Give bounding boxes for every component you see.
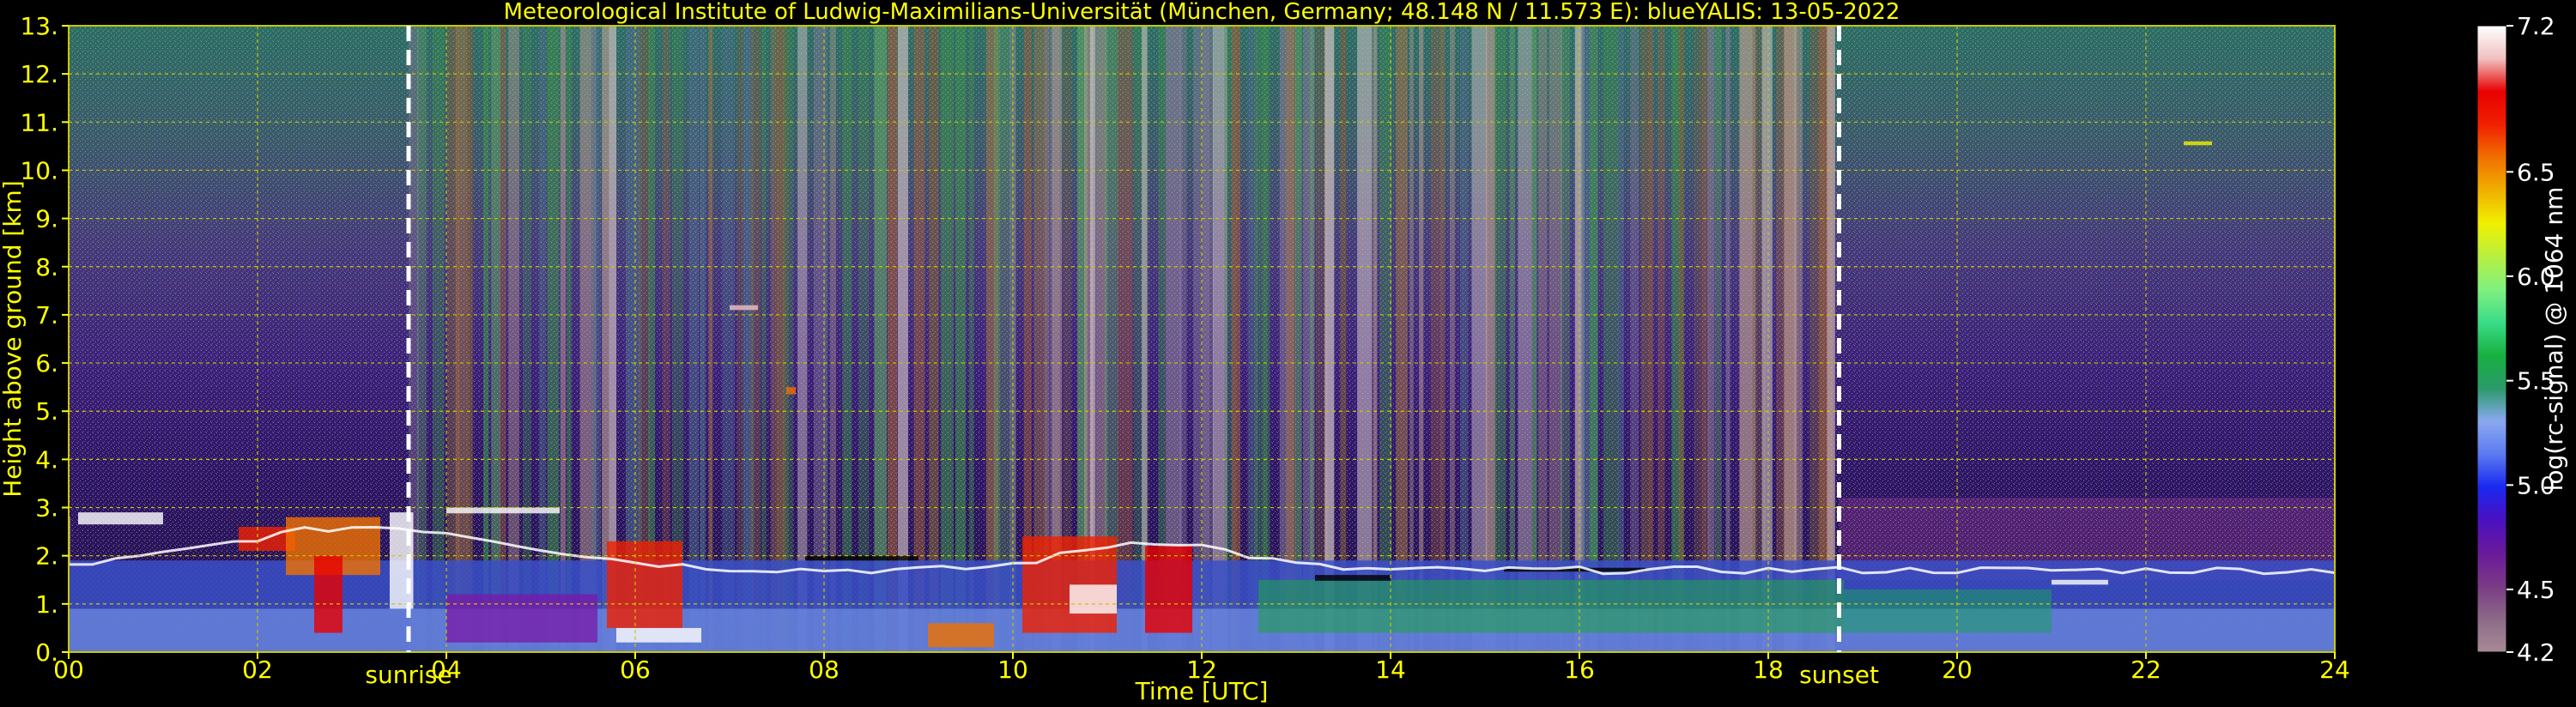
- x-tick-label: 18: [1753, 656, 1784, 684]
- boundary-layer-purple: [446, 594, 597, 643]
- aerosol-feature: [928, 623, 994, 648]
- colorbar-tick-label: 6.5: [2517, 158, 2555, 186]
- x-tick-label: 20: [1942, 656, 1973, 684]
- x-tick-label: 16: [1564, 656, 1595, 684]
- y-tick-label: 4.: [35, 445, 58, 474]
- lidar-quicklook: sunrise sunset 00 02 04 06 08 10 12 14 16 18 20 22 24…: [0, 0, 2568, 705]
- aerosol-feature: [446, 507, 560, 514]
- colorbar: [2477, 26, 2506, 652]
- y-axis-label: Height above ground [km]: [0, 180, 27, 498]
- y-tick-label: 3.: [35, 494, 58, 523]
- aerosol-feature: [730, 305, 758, 311]
- aerosol-feature: [607, 541, 682, 628]
- sunset-label: sunset: [1799, 661, 1879, 689]
- colorbar-label: log(rc-signal) @ 1064 nm: [2540, 187, 2568, 492]
- y-tick-label: 2.: [35, 542, 58, 571]
- x-tick-label: 02: [242, 656, 273, 684]
- y-tick-label: 9.: [35, 205, 58, 233]
- colorbar-tick-label: 4.2: [2517, 638, 2555, 667]
- aerosol-feature: [1145, 546, 1192, 633]
- y-tick-label: 0.: [35, 638, 58, 667]
- aerosol-feature: [314, 555, 342, 633]
- y-axis-ticks: 0.1.2.3.4.5.6.7.8.9.10.11.12.13.: [20, 12, 69, 667]
- x-tick-label: 04: [431, 656, 462, 684]
- y-tick-label: 1.: [35, 590, 58, 619]
- y-tick-label: 7.: [35, 301, 58, 329]
- chart-title: Meteorological Institute of Ludwig-Maxim…: [504, 0, 1900, 25]
- y-tick-label: 8.: [35, 253, 58, 281]
- x-tick-label: 06: [620, 656, 651, 684]
- y-tick-label: 12.: [20, 60, 58, 88]
- x-tick-label: 14: [1375, 656, 1406, 684]
- aerosol-feature: [78, 512, 163, 525]
- colorbar-tick-label: 4.5: [2517, 576, 2555, 604]
- y-tick-label: 13.: [20, 12, 58, 40]
- y-tick-label: 11.: [20, 108, 58, 136]
- boundary-layer-green-evening: [1844, 589, 2052, 633]
- aerosol-feature: [2052, 579, 2108, 585]
- aerosol-feature: [1315, 575, 1391, 581]
- x-tick-label: 10: [997, 656, 1028, 684]
- boundary-layer-green: [1258, 579, 1844, 633]
- y-tick-label: 6.: [35, 349, 58, 378]
- x-axis-label: Time [UTC]: [1135, 677, 1269, 705]
- x-tick-label: 22: [2131, 656, 2161, 684]
- aerosol-feature: [1070, 584, 1117, 614]
- x-tick-label: 08: [809, 656, 839, 684]
- aerosol-feature: [2184, 141, 2212, 146]
- colorbar-tick-label: 7.2: [2517, 12, 2555, 40]
- x-tick-label: 24: [2319, 656, 2350, 684]
- aerosol-feature: [616, 627, 701, 643]
- y-tick-label: 5.: [35, 397, 58, 426]
- aerosol-feature: [786, 387, 796, 395]
- aerosol-feature: [805, 555, 918, 561]
